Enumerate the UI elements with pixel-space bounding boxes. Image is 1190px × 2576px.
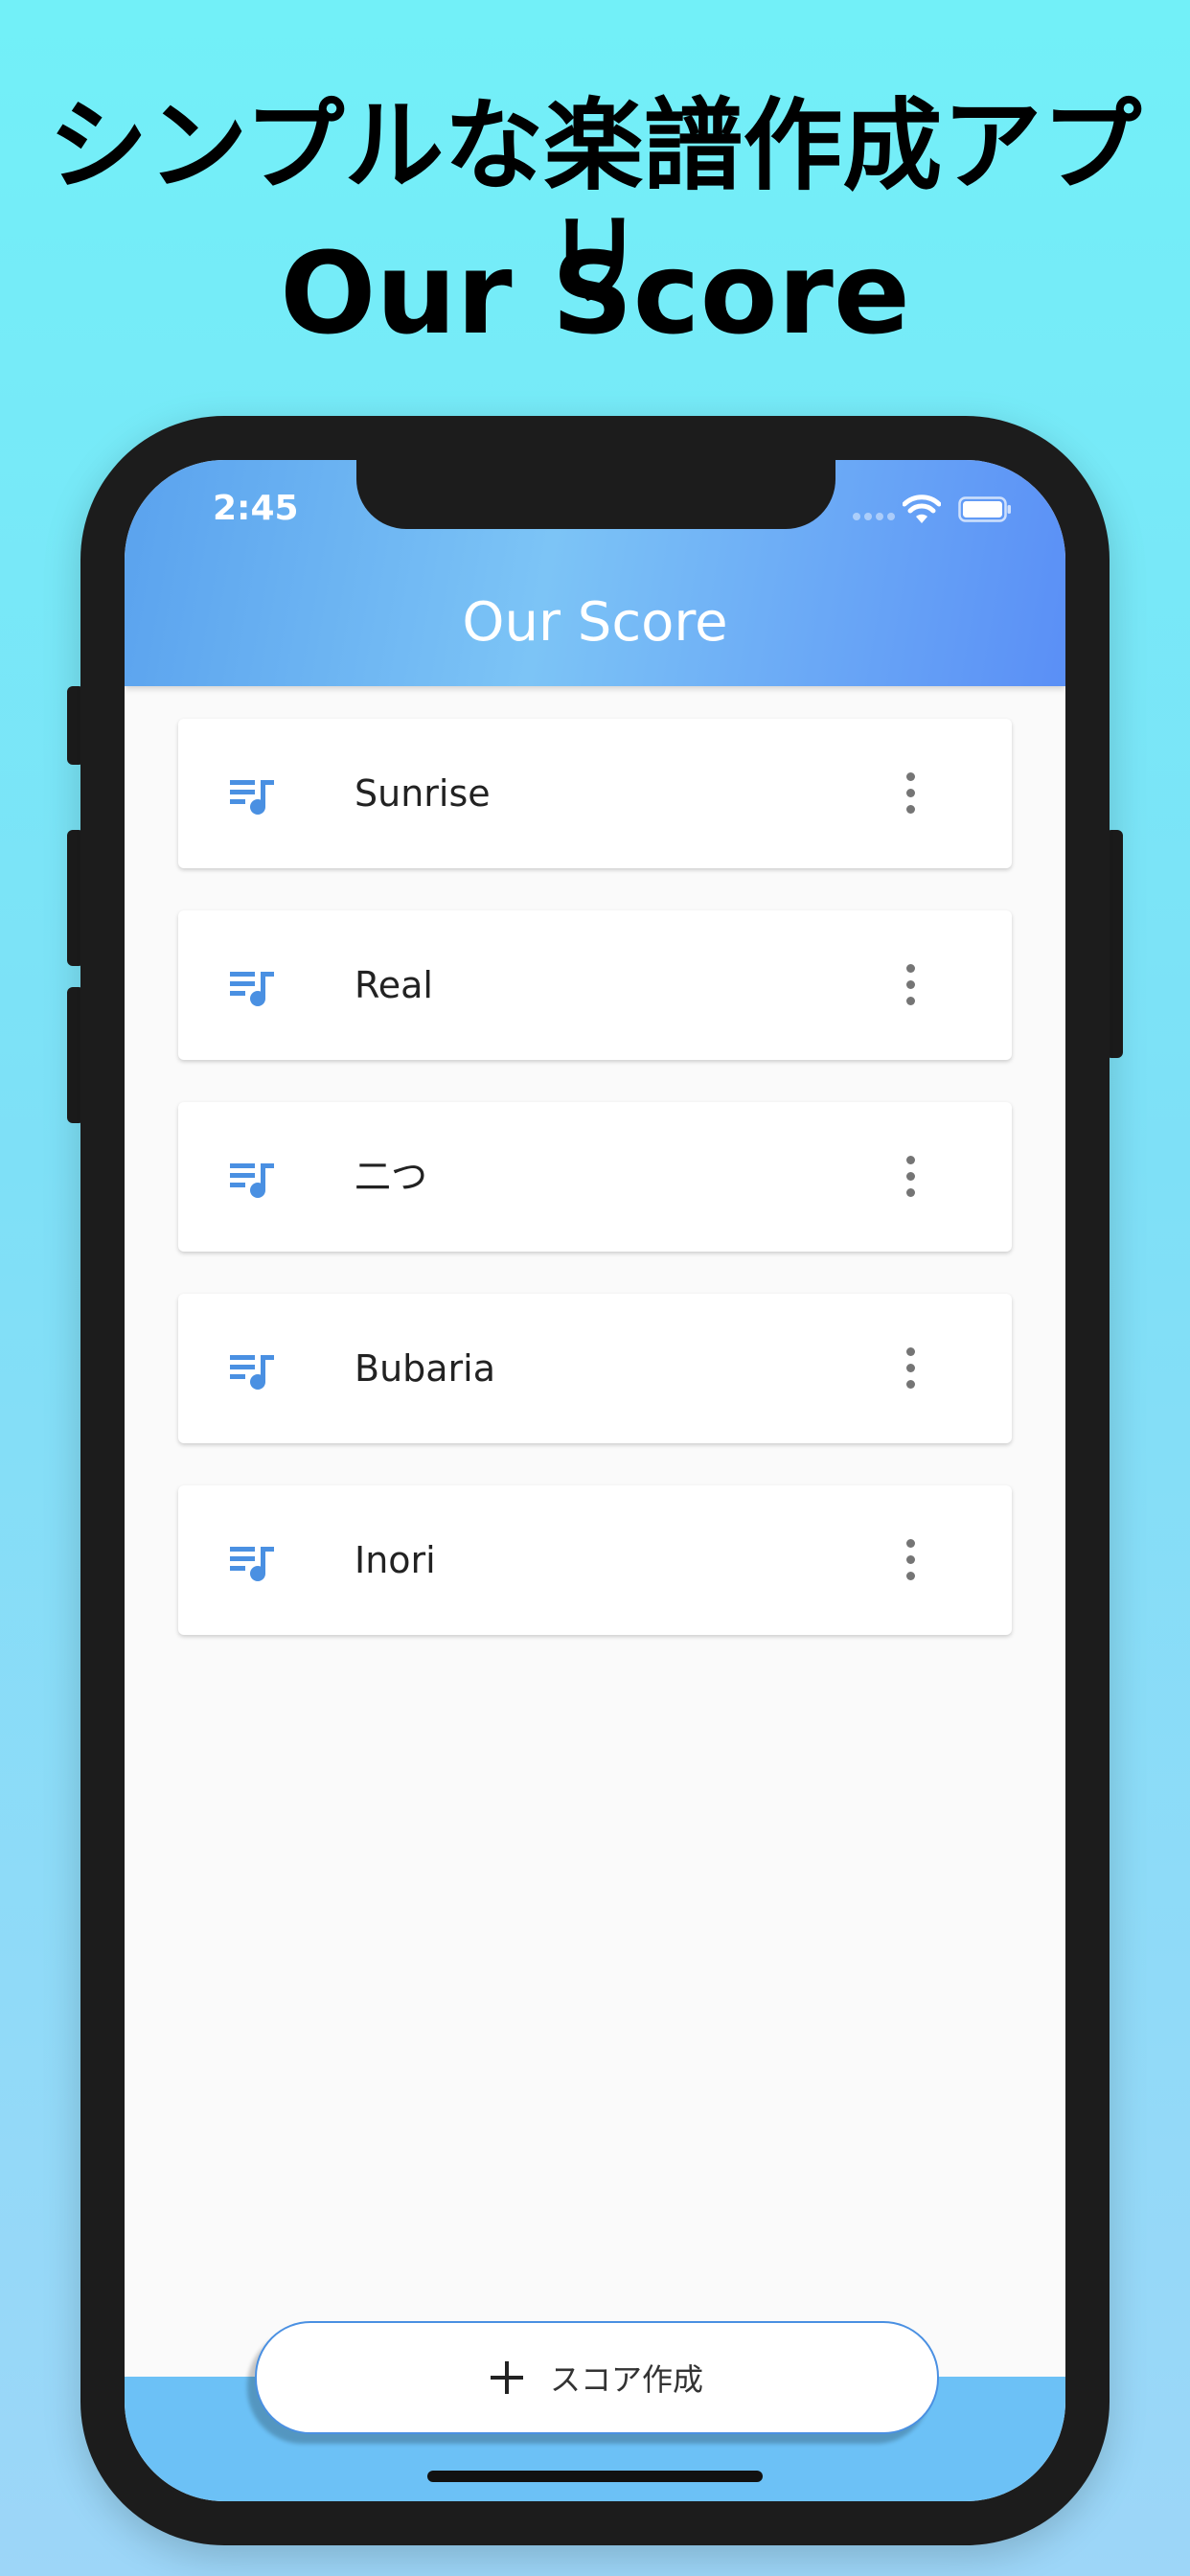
score-title: Inori [355,1539,436,1581]
status-time: 2:45 [213,489,299,528]
queue-music-icon [230,1163,274,1198]
wifi-icon [903,494,941,523]
app-title: Our Score [462,591,728,654]
score-title: 二つ [355,1156,428,1198]
create-score-button[interactable]: スコア作成 [255,2321,939,2434]
score-card[interactable]: Sunrise [178,719,1012,868]
phone-screen: 2:45 Our Score Sunrise Real 二つ Bubaria I… [125,460,1065,2501]
queue-music-icon [230,1355,274,1390]
create-score-label: スコア作成 [549,2361,703,2398]
more-vert-icon[interactable] [906,964,916,1006]
score-card[interactable]: Real [178,910,1012,1060]
more-vert-icon[interactable] [906,1347,916,1390]
more-vert-icon[interactable] [906,1539,916,1581]
score-title: Real [355,964,433,1006]
score-title: Bubaria [355,1347,496,1390]
score-title: Sunrise [355,772,491,815]
battery-icon [958,496,1011,522]
phone-notch [356,460,835,529]
app-bar: 2:45 Our Score [125,460,1065,686]
score-card[interactable]: Inori [178,1485,1012,1635]
queue-music-icon [230,780,274,815]
plus-icon [490,2361,523,2394]
home-indicator[interactable] [427,2471,763,2482]
cellular-signal-icon [853,513,895,520]
queue-music-icon [230,1547,274,1581]
score-card[interactable]: Bubaria [178,1294,1012,1443]
more-vert-icon[interactable] [906,772,916,815]
promo-app-name: Our Score [280,227,910,359]
more-vert-icon[interactable] [906,1156,916,1198]
queue-music-icon [230,972,274,1006]
score-card[interactable]: 二つ [178,1102,1012,1252]
